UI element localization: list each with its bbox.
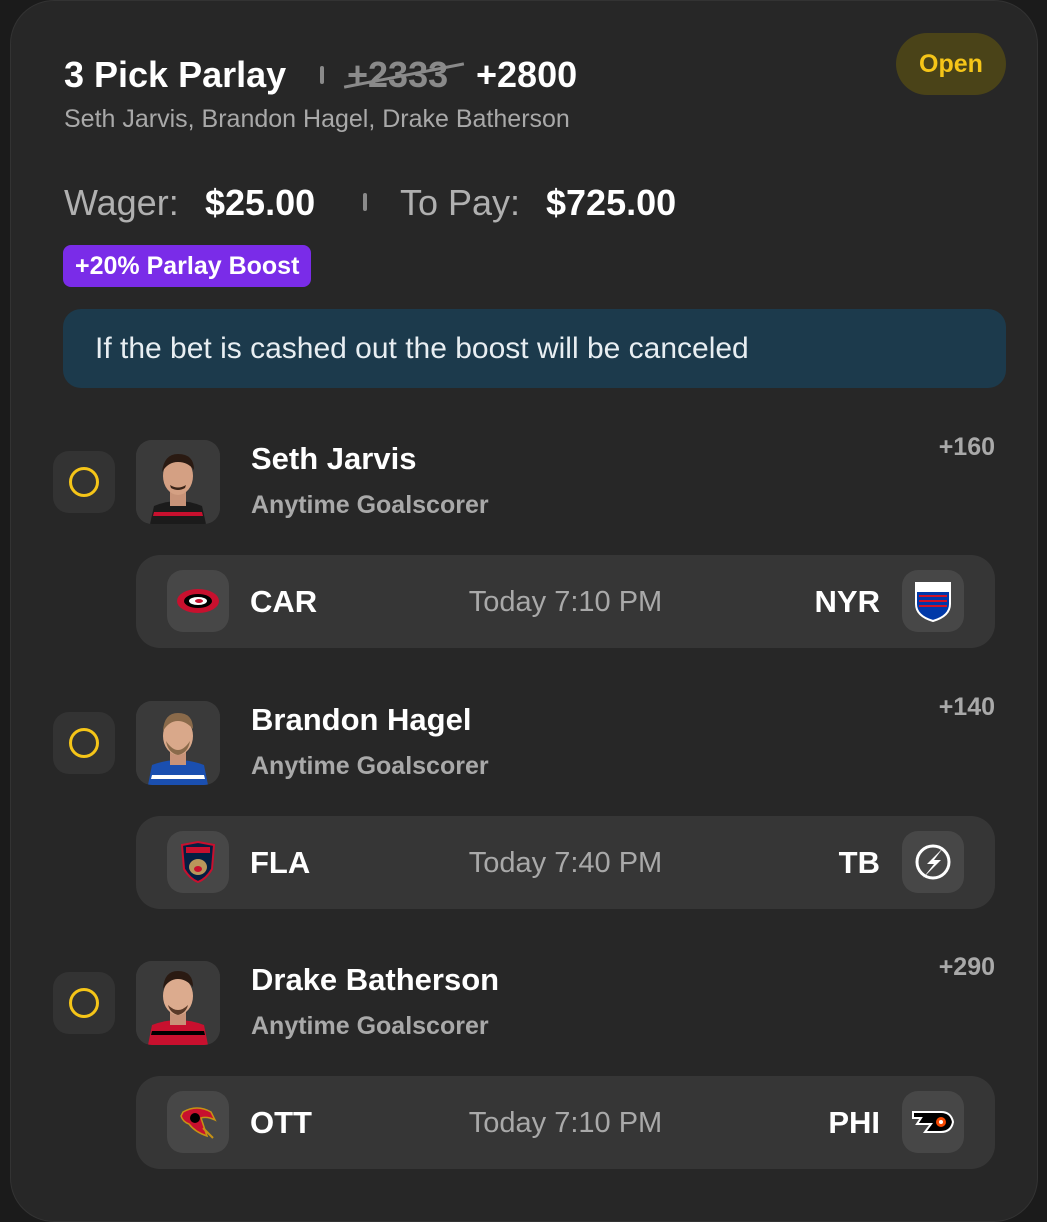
rangers-logo-icon	[902, 570, 964, 632]
player-avatar	[136, 961, 220, 1045]
status-badge: Open	[896, 33, 1006, 95]
bet-card[interactable]: 3 Pick Parlay +2333 +2800 Seth Jarvis, B…	[10, 0, 1038, 1222]
parlay-boost-badge: +20% Parlay Boost	[63, 245, 312, 287]
player-name: Brandon Hagel	[251, 702, 472, 737]
game-row[interactable]: FLA Today 7:40 PM TB	[136, 816, 995, 909]
lightning-logo-icon	[902, 831, 964, 893]
leg-status-indicator[interactable]	[53, 972, 115, 1034]
pending-ring-icon	[69, 728, 99, 758]
player-avatar	[136, 701, 220, 785]
market-label: Anytime Goalscorer	[251, 1012, 489, 1040]
away-team: NYR	[814, 584, 880, 619]
wager-label: Wager:	[64, 182, 179, 223]
away-team: PHI	[828, 1105, 880, 1140]
market-label: Anytime Goalscorer	[251, 752, 489, 780]
pending-ring-icon	[69, 988, 99, 1018]
market-label: Anytime Goalscorer	[251, 491, 489, 519]
game-row[interactable]: CAR Today 7:10 PM NYR	[136, 555, 995, 648]
wager-value: $25.00	[205, 182, 316, 223]
flyers-logo-icon	[902, 1091, 964, 1153]
bet-title: 3 Pick Parlay	[64, 54, 287, 95]
separator-tick	[363, 193, 367, 211]
leg-odds: +140	[938, 693, 995, 721]
boosted-odds: +2800	[476, 54, 578, 95]
pending-ring-icon	[69, 467, 99, 497]
leg-status-indicator[interactable]	[53, 451, 115, 513]
player-name: Drake Batherson	[251, 962, 500, 997]
leg-odds: +160	[938, 433, 995, 461]
original-odds: +2333	[343, 55, 465, 95]
player-name: Seth Jarvis	[251, 441, 417, 476]
leg-odds: +290	[938, 953, 995, 981]
cashout-notice: If the bet is cashed out the boost will …	[63, 309, 1006, 388]
players-summary: Seth Jarvis, Brandon Hagel, Drake Bather…	[64, 105, 570, 133]
player-avatar	[136, 440, 220, 524]
separator-tick	[320, 66, 324, 84]
leg-status-indicator[interactable]	[53, 712, 115, 774]
topay-label: To Pay:	[400, 182, 521, 223]
topay-value: $725.00	[546, 182, 677, 223]
away-team: TB	[838, 845, 880, 880]
game-row[interactable]: OTT Today 7:10 PM PHI	[136, 1076, 995, 1169]
